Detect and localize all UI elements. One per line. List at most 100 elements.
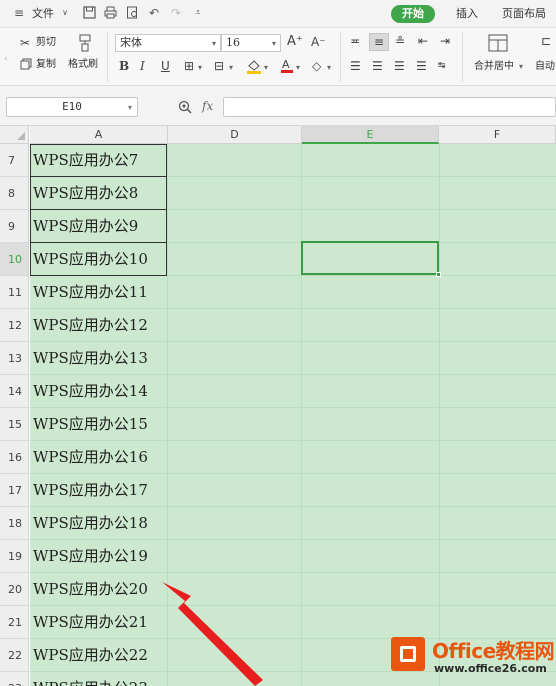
cell-a-text[interactable]: WPS应用办公11 (33, 276, 148, 308)
italic-icon[interactable]: I (140, 59, 145, 73)
decrease-font-icon[interactable]: A⁻ (311, 35, 326, 49)
row-header[interactable]: 22 (0, 639, 29, 672)
column-header-e[interactable]: E (302, 126, 439, 144)
increase-indent-icon[interactable]: ⇥ (440, 34, 450, 48)
row-header[interactable]: 20 (0, 573, 29, 606)
cell-a-text[interactable]: WPS应用办公7 (33, 144, 138, 176)
insert-function-icon[interactable]: fx (202, 99, 213, 113)
row-header[interactable]: 10 (0, 243, 29, 276)
row-header[interactable]: 17 (0, 474, 29, 507)
cell-format-dropdown-icon[interactable]: ▾ (229, 63, 233, 72)
chevron-down-icon[interactable]: ∨ (58, 6, 72, 20)
print-preview-icon[interactable] (125, 6, 139, 20)
format-painter-icon[interactable] (76, 34, 94, 54)
row-header[interactable]: 8 (0, 177, 29, 210)
row-header[interactable]: 23 (0, 672, 29, 686)
row-header[interactable]: 9 (0, 210, 29, 243)
row-header[interactable]: 21 (0, 606, 29, 639)
cell-a-text[interactable]: WPS应用办公14 (33, 375, 148, 407)
border-dropdown-icon[interactable]: ▾ (198, 63, 202, 72)
cell-a-text[interactable]: WPS应用办公13 (33, 342, 148, 374)
font-name-dropdown-icon[interactable]: ▾ (212, 39, 216, 48)
merge-center-dropdown-icon[interactable]: ▾ (519, 62, 523, 71)
selected-cell-e10[interactable] (301, 241, 441, 277)
cell-a-text[interactable]: WPS应用办公21 (33, 606, 148, 638)
file-menu[interactable]: 文件 (32, 6, 54, 22)
row-header[interactable]: 19 (0, 540, 29, 573)
align-right-icon[interactable]: ☰ (394, 59, 405, 73)
cell-format-icon[interactable]: ⊟ (214, 59, 224, 73)
fill-color-icon[interactable] (246, 58, 262, 77)
print-icon[interactable] (103, 6, 117, 20)
cell-a-text[interactable]: WPS应用办公12 (33, 309, 148, 341)
redo-icon[interactable]: ↷ (169, 6, 183, 20)
distributed-align-icon[interactable]: ↹ (438, 59, 446, 73)
watermark: Office教程网 www.office26.com (388, 633, 556, 686)
align-center-icon[interactable]: ☰ (372, 59, 383, 73)
justify-icon[interactable]: ☰ (416, 59, 427, 73)
row-header[interactable]: 12 (0, 309, 29, 342)
cell-a-text[interactable]: WPS应用办公22 (33, 639, 148, 671)
copy-icon[interactable] (20, 58, 32, 73)
cell-a-text[interactable]: WPS应用办公9 (33, 210, 138, 242)
row-header[interactable]: 14 (0, 375, 29, 408)
customize-toolbar-icon[interactable]: ⩡ (191, 6, 205, 20)
undo-icon[interactable]: ↶ (147, 6, 161, 20)
tab-start[interactable]: 开始 (391, 5, 435, 23)
bold-icon[interactable]: B (119, 59, 129, 73)
tab-insert[interactable]: 插入 (456, 6, 478, 22)
cut-button[interactable]: 剪切 (36, 36, 56, 50)
tab-page-layout[interactable]: 页面布局 (502, 6, 546, 22)
font-name-select[interactable]: 宋体 (115, 34, 221, 52)
cell-a-text[interactable]: WPS应用办公10 (33, 243, 148, 275)
cell-area[interactable]: WPS应用办公7 WPS应用办公8 WPS应用办公9 WPS应用办公10 WPS应用办公… (30, 144, 556, 686)
ribbon-scroll-left-icon[interactable]: ‹ (4, 52, 8, 66)
font-size-dropdown-icon[interactable]: ▾ (272, 39, 276, 48)
fill-handle[interactable] (436, 272, 441, 277)
row-header[interactable]: 11 (0, 276, 29, 309)
cell-a-text[interactable]: WPS应用办公20 (33, 573, 148, 605)
hamburger-menu-icon[interactable]: ≡ (12, 6, 26, 20)
column-header-d[interactable]: D (168, 126, 302, 144)
copy-button[interactable]: 复制 (36, 58, 56, 72)
search-icon[interactable] (178, 100, 192, 117)
align-bottom-icon[interactable]: ≗ (395, 34, 405, 48)
align-middle-icon[interactable]: ≡ (369, 33, 389, 51)
border-icon[interactable]: ⊞ (184, 59, 194, 73)
cell-a-text[interactable]: WPS应用办公19 (33, 540, 148, 572)
row-header[interactable]: 16 (0, 441, 29, 474)
wrap-text-icon[interactable]: ⊏ (541, 34, 551, 48)
eraser-icon[interactable]: ◇ (312, 59, 321, 73)
name-box[interactable]: E10 (6, 97, 138, 117)
scissors-icon[interactable]: ✂ (20, 36, 30, 50)
fill-color-dropdown-icon[interactable]: ▾ (264, 63, 268, 72)
name-box-dropdown-icon[interactable]: ▾ (128, 103, 132, 112)
select-all-corner[interactable] (0, 126, 29, 144)
decrease-indent-icon[interactable]: ⇤ (418, 34, 428, 48)
row-header[interactable]: 13 (0, 342, 29, 375)
cell-a-text[interactable]: WPS应用办公18 (33, 507, 148, 539)
merge-center-icon[interactable] (488, 34, 508, 52)
clear-dropdown-icon[interactable]: ▾ (327, 63, 331, 72)
row-header[interactable]: 15 (0, 408, 29, 441)
merge-center-button[interactable]: 合并居中 (474, 60, 514, 74)
auto-wrap-button[interactable]: 自动 (535, 60, 555, 74)
format-painter-button[interactable]: 格式刷 (68, 58, 98, 72)
row-header[interactable]: 18 (0, 507, 29, 540)
increase-font-icon[interactable]: A⁺ (287, 35, 303, 49)
cell-a-text[interactable]: WPS应用办公15 (33, 408, 148, 440)
align-left-icon[interactable]: ☰ (350, 59, 361, 73)
align-top-icon[interactable]: ≖ (350, 34, 360, 48)
cell-a-text[interactable]: WPS应用办公8 (33, 177, 138, 209)
font-color-icon[interactable]: A (280, 57, 294, 76)
save-icon[interactable] (82, 6, 96, 20)
row-header[interactable]: 7 (0, 144, 29, 177)
cell-a-text[interactable]: WPS应用办公17 (33, 474, 148, 506)
formula-input[interactable] (223, 97, 556, 117)
font-color-dropdown-icon[interactable]: ▾ (296, 63, 300, 72)
cell-a-text[interactable]: WPS应用办公23 (33, 672, 148, 686)
column-header-f[interactable]: F (439, 126, 556, 144)
column-header-a[interactable]: A (30, 126, 168, 144)
underline-icon[interactable]: U (161, 59, 170, 73)
cell-a-text[interactable]: WPS应用办公16 (33, 441, 148, 473)
